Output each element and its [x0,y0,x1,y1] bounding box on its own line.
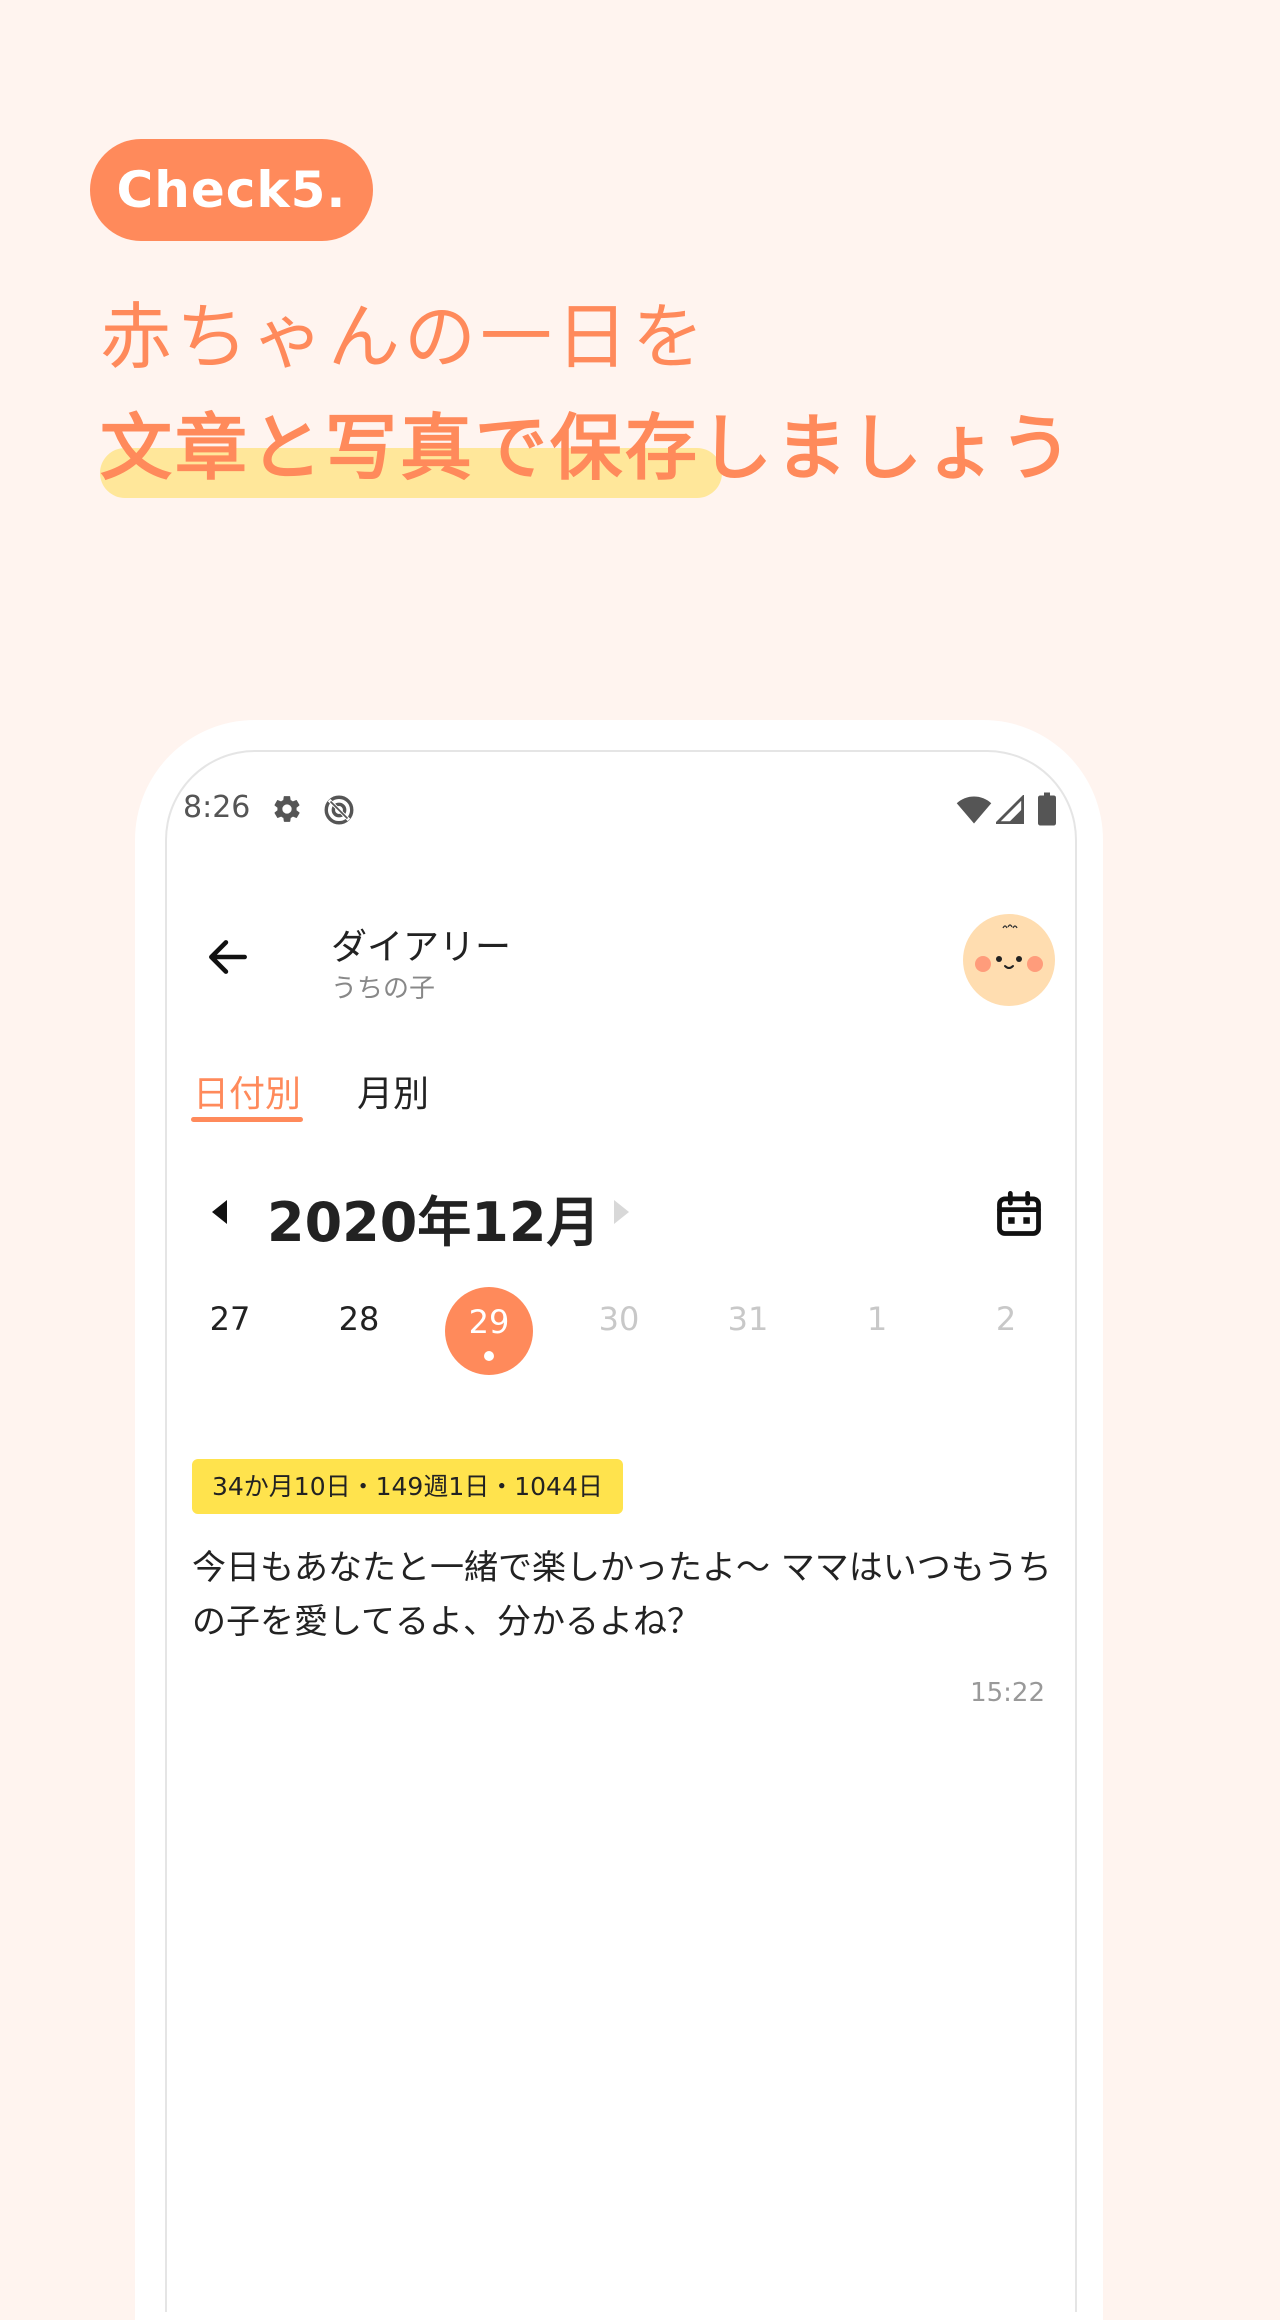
baby-avatar[interactable] [963,914,1055,1006]
day-29-label: 29 [468,1303,510,1341]
month-title: 2020年12月 [267,1191,601,1254]
entry-dot [484,1351,494,1361]
day-1[interactable]: 1 [832,1300,922,1338]
diary-entry-time: 15:22 [970,1678,1045,1708]
sync-icon [324,795,354,825]
tab-by-month[interactable]: 月別 [357,1065,429,1117]
day-30[interactable]: 30 [574,1300,664,1338]
tab-active-indicator [191,1117,303,1122]
battery-icon [1038,792,1056,826]
day-29-selected[interactable]: 29 [445,1287,533,1375]
calendar-icon[interactable] [993,1188,1045,1240]
headline-line-2: 文章と写真で保存しましょう [100,406,1076,490]
gear-icon [274,796,300,822]
child-name: うちの子 [331,974,436,1004]
headline-line-1: 赤ちゃんの一日を [100,295,709,379]
check-badge: Check5. [90,139,373,241]
day-31[interactable]: 31 [703,1300,793,1338]
day-27[interactable]: 27 [185,1300,275,1338]
prev-month-icon[interactable] [212,1200,230,1224]
day-2[interactable]: 2 [961,1300,1051,1338]
tab-by-date[interactable]: 日付別 [193,1065,301,1117]
wifi-icon [956,796,992,824]
next-month-icon[interactable] [611,1200,629,1224]
phone-screen [165,750,1077,2312]
back-arrow-icon[interactable] [203,932,253,982]
age-badge: 34か月10日・149週1日・1044日 [192,1459,623,1514]
headline-line-2-wrap: 文章と写真で保存しましょう [100,400,1075,500]
signal-icon [996,795,1024,824]
status-time: 8:26 [183,790,251,825]
day-28[interactable]: 28 [314,1300,404,1338]
page-title: ダイアリー [331,927,512,968]
diary-entry-text[interactable]: 今日もあなたと一緒で楽しかったよ〜 ママはいつもうちの子を愛してるよ、分かるよね… [192,1541,1052,1649]
